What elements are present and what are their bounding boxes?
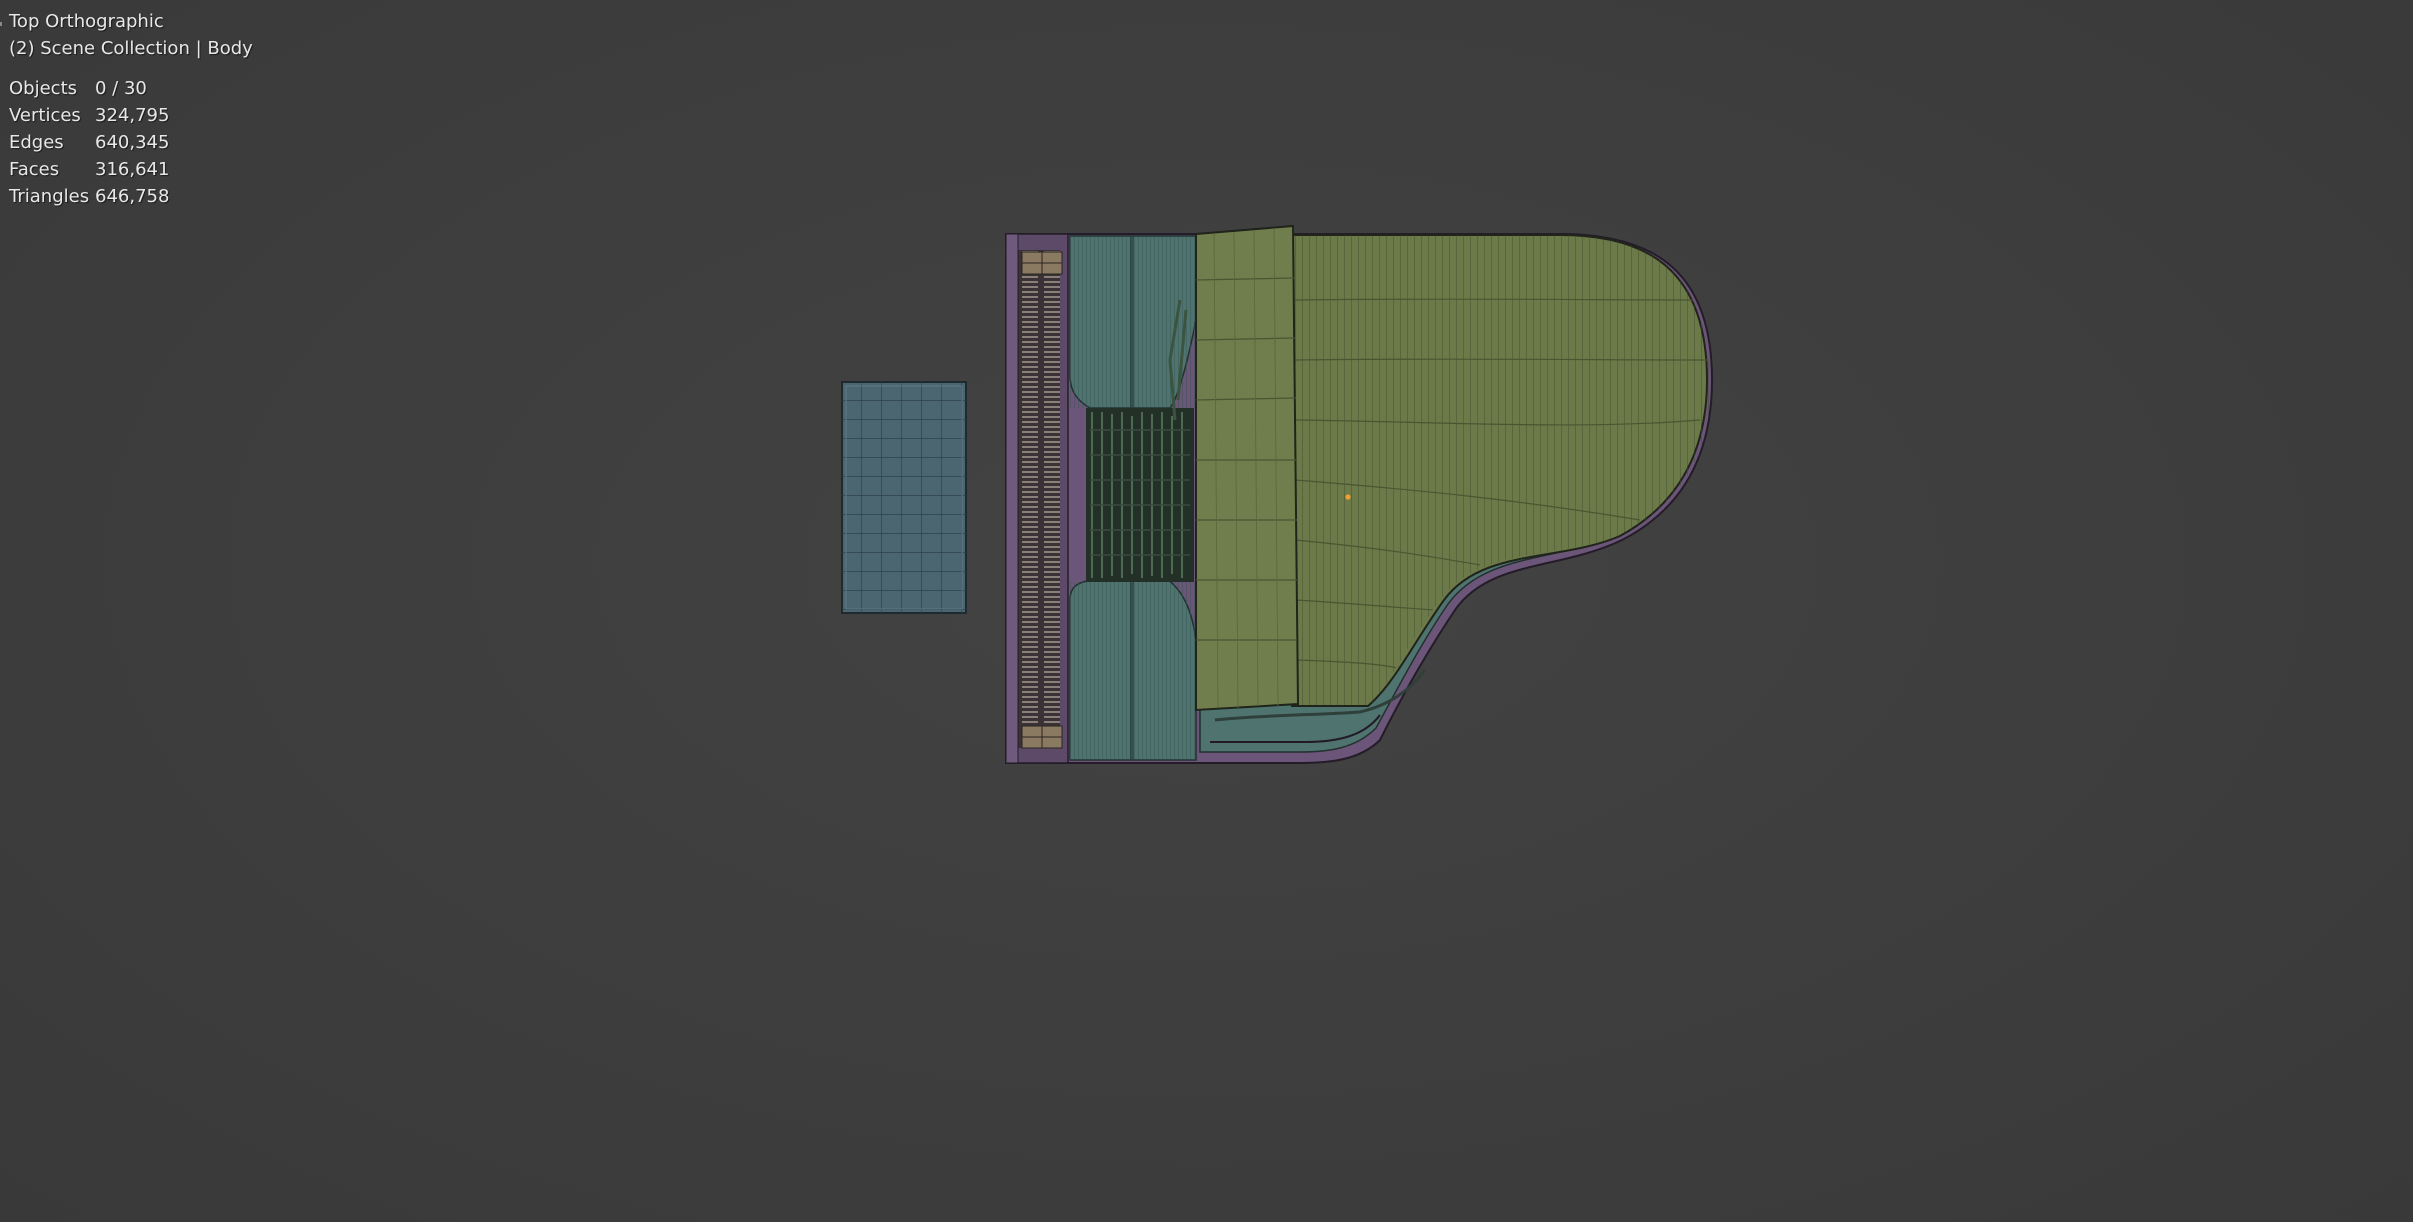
scene-render[interactable]: [0, 0, 2413, 1222]
object-origin-dot: [1345, 494, 1351, 500]
keyboard[interactable]: [1005, 233, 1069, 764]
piano-lid[interactable]: [1291, 230, 1712, 710]
3d-viewport[interactable]: Top Orthographic (2) Scene Collection | …: [0, 0, 2413, 1222]
piano-bench[interactable]: [841, 381, 967, 614]
lid-front-flap[interactable]: [1195, 224, 1300, 712]
